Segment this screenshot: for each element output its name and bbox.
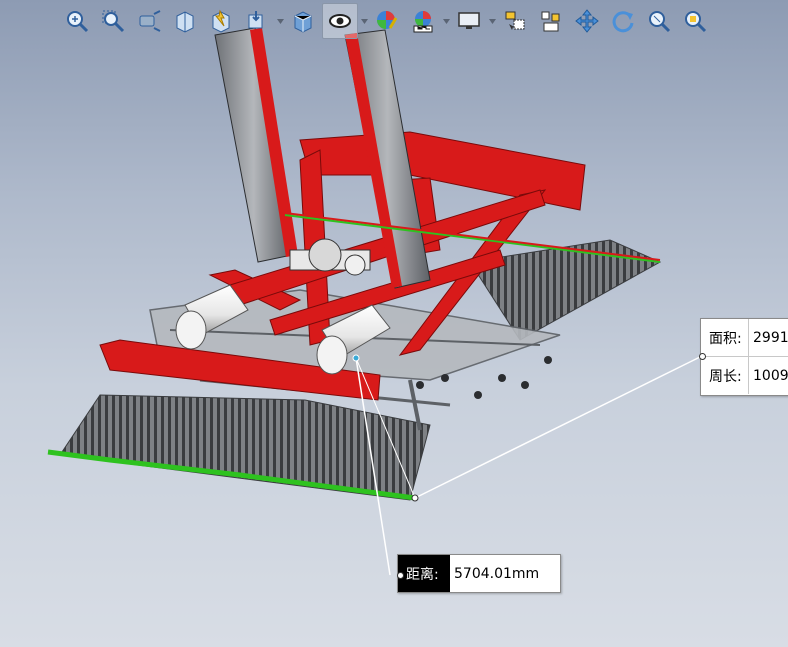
zoom-to-selection-icon[interactable] xyxy=(678,4,712,38)
view-settings-icon[interactable] xyxy=(452,4,486,38)
section-view-icon[interactable] xyxy=(168,4,202,38)
display-style-icon[interactable] xyxy=(286,4,320,38)
zoom-in-out-icon[interactable] xyxy=(642,4,676,38)
distance-value: 5704.01mm xyxy=(454,565,540,582)
dynamic-annotation-views-icon[interactable] xyxy=(204,4,238,38)
hide-show-items-icon[interactable] xyxy=(322,3,358,39)
view-settings-dropdown-arrow-icon[interactable] xyxy=(488,4,496,38)
area-leader-line xyxy=(414,355,703,499)
apply-scene-dropdown-arrow-icon[interactable] xyxy=(442,4,450,38)
area-callout-anchor xyxy=(699,353,706,360)
view-orientation-icon[interactable] xyxy=(240,4,274,38)
rotate-icon[interactable] xyxy=(606,4,640,38)
3d-model-viewport[interactable] xyxy=(0,0,788,647)
select-icon[interactable] xyxy=(498,4,532,38)
drive-motor xyxy=(289,238,371,276)
area-label: 面积: xyxy=(701,319,749,356)
zoom-to-area-icon[interactable] xyxy=(96,4,130,38)
view-heads-up-toolbar xyxy=(60,2,712,40)
area-row: 面积: 2991 xyxy=(701,319,788,356)
select-other-icon[interactable] xyxy=(534,4,568,38)
edit-appearance-icon[interactable] xyxy=(370,4,404,38)
distance-label: 距离: xyxy=(398,555,450,592)
perimeter-value: 1009 xyxy=(753,367,788,384)
machine-model[interactable] xyxy=(47,27,662,501)
view-orientation-dropdown-arrow-icon[interactable] xyxy=(276,4,284,38)
distance-callout[interactable]: 距离: 5704.01mm xyxy=(397,554,561,593)
perimeter-label: 周长: xyxy=(701,357,749,394)
hide-show-items-dropdown-arrow-icon[interactable] xyxy=(360,4,368,38)
pan-icon[interactable] xyxy=(570,4,604,38)
area-value: 2991 xyxy=(753,329,788,346)
zoom-to-fit-icon[interactable] xyxy=(60,4,94,38)
area-perimeter-callout[interactable]: 面积: 2991 周长: 1009 xyxy=(700,318,788,396)
front-fork-comb xyxy=(59,394,431,501)
distance-callout-anchor xyxy=(397,572,404,579)
previous-view-icon[interactable] xyxy=(132,4,166,38)
apply-scene-icon[interactable] xyxy=(406,4,440,38)
perimeter-row: 周长: 1009 xyxy=(701,356,788,394)
